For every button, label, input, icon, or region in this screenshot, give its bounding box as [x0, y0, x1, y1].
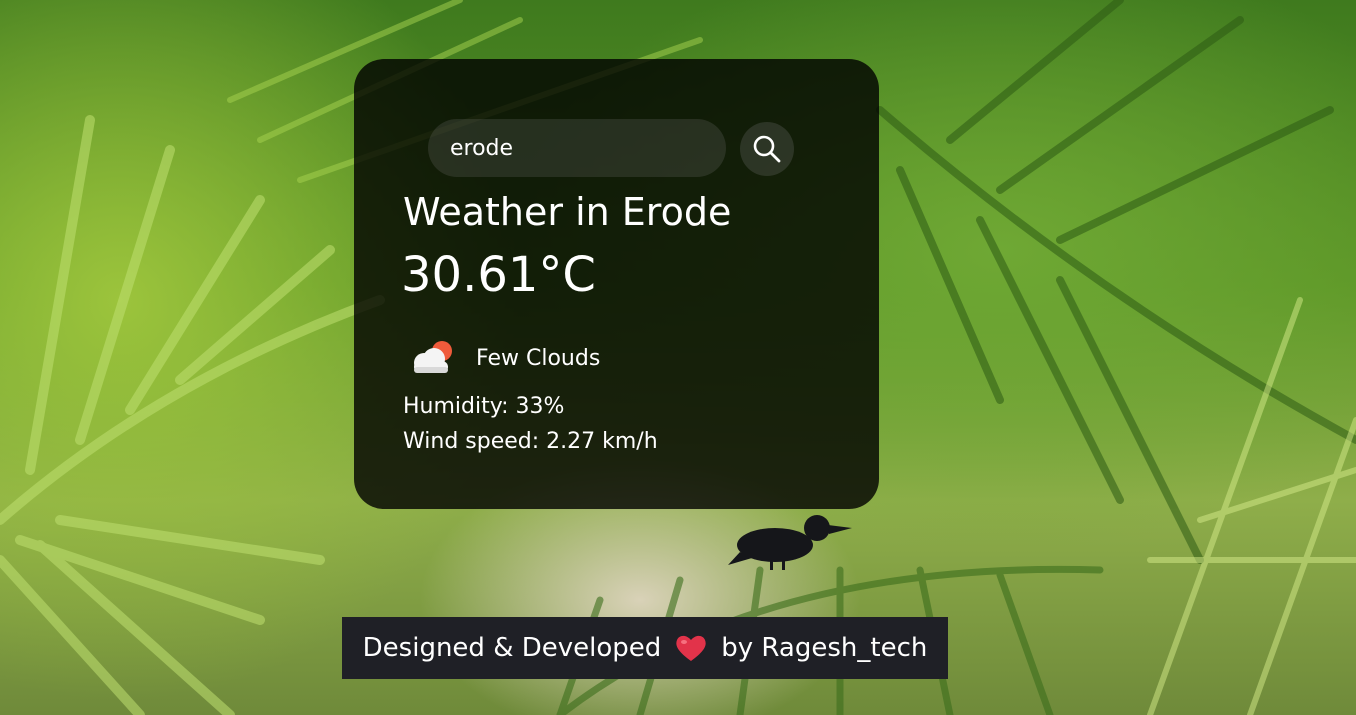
weather-card: Weather in Erode 30.61°C Few Clouds Humi… [354, 59, 879, 509]
condition-row: Few Clouds [410, 337, 600, 379]
few-clouds-day-icon [414, 341, 452, 373]
footer-author: by Ragesh_tech [721, 633, 928, 663]
search-button[interactable] [740, 122, 794, 176]
crow-bird [728, 515, 852, 570]
wind-speed-text: Wind speed: 2.27 km/h [403, 429, 658, 454]
condition-text: Few Clouds [476, 345, 601, 371]
city-title: Weather in Erode [403, 190, 732, 234]
footer-credit: Designed & Developed by Ragesh_tech [342, 617, 948, 679]
search-input[interactable] [428, 119, 726, 177]
temperature-value: 30.61°C [401, 247, 596, 303]
humidity-text: Humidity: 33% [403, 394, 565, 419]
footer-prefix: Designed & Developed [362, 633, 662, 663]
search-icon [753, 135, 781, 163]
heart-icon [676, 635, 706, 661]
search-bar [428, 119, 798, 177]
